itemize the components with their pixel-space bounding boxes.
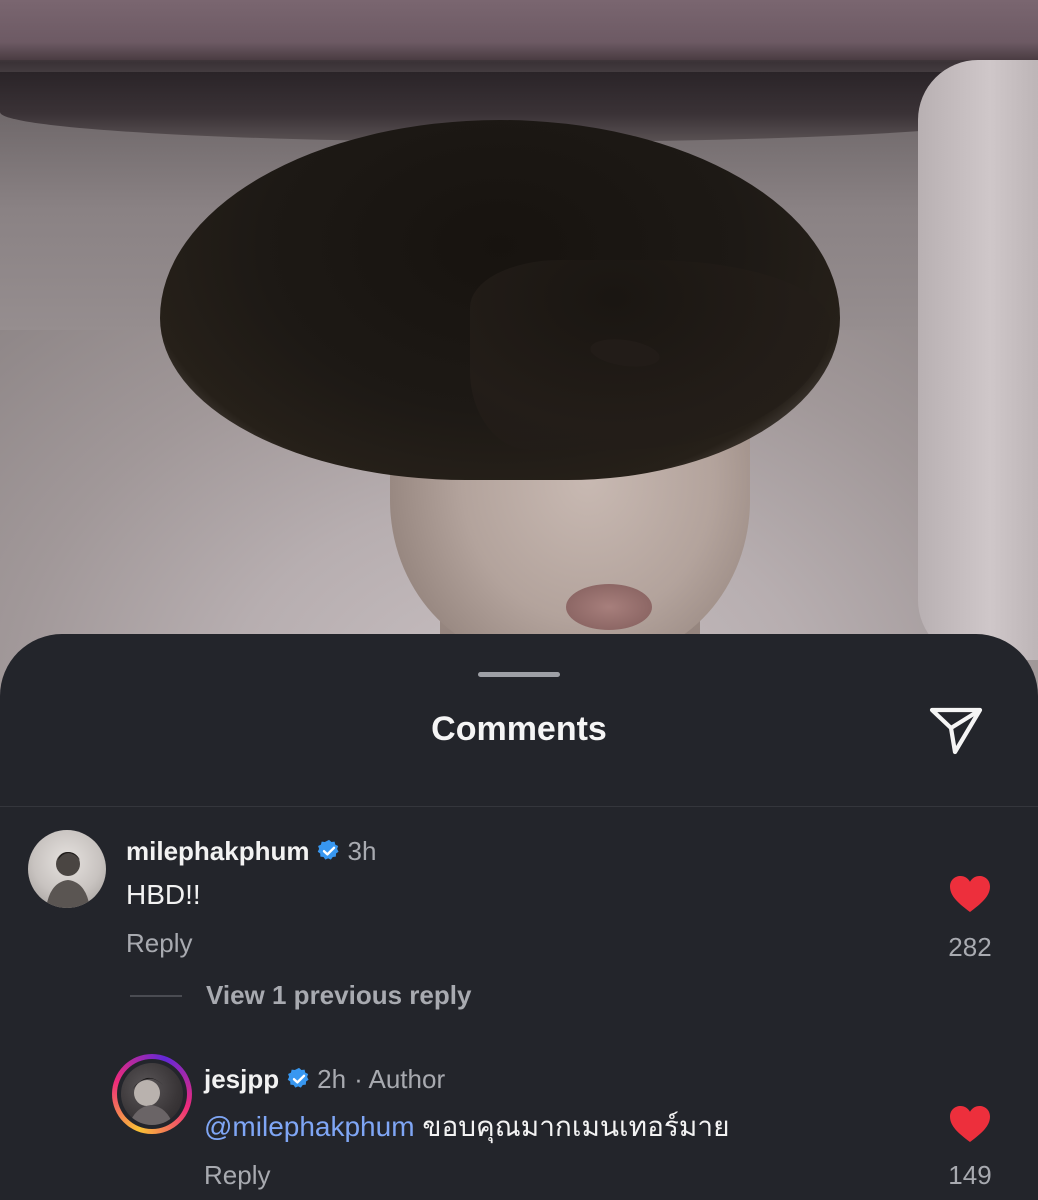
- heart-filled-icon: [950, 1106, 990, 1142]
- post-screen: Comments milephakphum 3h HBD!! Reply 282…: [0, 0, 1038, 1200]
- avatar-image: [121, 1063, 183, 1125]
- like-count: 149: [948, 1160, 992, 1190]
- post-photo[interactable]: [0, 0, 1038, 700]
- avatar: [117, 1059, 187, 1129]
- verified-badge-icon: [287, 1067, 309, 1088]
- reply-item: jesjpp 2h · Author @milephakphum ขอบคุณม…: [0, 634, 1038, 1200]
- reply-time: 2h: [317, 1063, 347, 1094]
- photo-lips: [566, 584, 652, 630]
- reply-username[interactable]: jesjpp: [204, 1064, 279, 1095]
- like-button[interactable]: [948, 1104, 992, 1144]
- author-badge: · Author: [354, 1063, 446, 1094]
- mention-link[interactable]: @milephakphum: [204, 1111, 415, 1142]
- reply-button[interactable]: Reply: [204, 1160, 270, 1191]
- reply-header: jesjpp 2h · Author: [204, 1062, 445, 1096]
- photo-arm: [918, 60, 1038, 660]
- avatar-portrait-icon: [129, 1077, 173, 1125]
- photo-car-roof: [0, 0, 1038, 60]
- reply-body: ขอบคุณมากเมนเทอร์มาย: [422, 1111, 730, 1142]
- reply-text: @milephakphum ขอบคุณมากเมนเทอร์มาย: [204, 1110, 730, 1144]
- avatar-story-ring[interactable]: [112, 1054, 192, 1134]
- comments-sheet: Comments milephakphum 3h HBD!! Reply 282…: [0, 634, 1038, 1200]
